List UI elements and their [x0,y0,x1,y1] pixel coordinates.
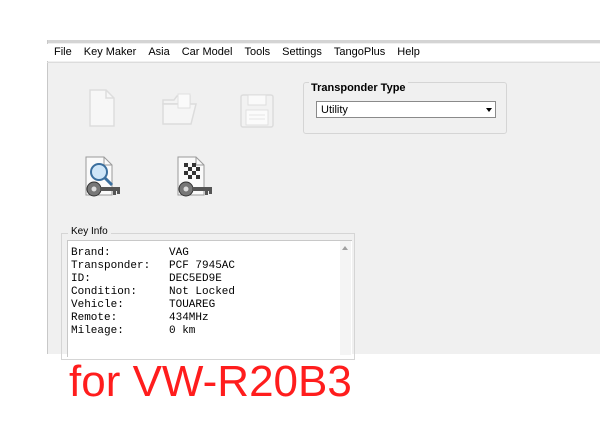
brand-value: VAG [169,247,189,259]
key-info-scrollbar[interactable] [340,241,351,355]
menu-file[interactable]: File [47,44,78,61]
id-value: DEC5ED9E [169,273,222,285]
condition-value: Not Locked [169,286,236,298]
key-info-row: ID: DEC5ED9E [71,273,222,285]
menu-key-maker[interactable]: Key Maker [78,44,143,61]
vehicle-value: TOUAREG [169,299,216,311]
transponder-type-select[interactable]: Utility [316,101,496,118]
window-frame-top [47,40,600,43]
vehicle-label: Vehicle: [71,299,124,311]
key-info-row: Mileage: 0 km [71,325,195,337]
transponder-type-value: Utility [321,104,348,116]
menu-tangoplus[interactable]: TangoPlus [328,44,391,61]
menu-settings[interactable]: Settings [276,44,328,61]
open-folder-icon[interactable] [160,92,200,131]
menu-help[interactable]: Help [391,44,426,61]
transponder-label: Transponder: [71,260,151,272]
key-info-row: Vehicle: TOUAREG [71,299,215,311]
id-label: ID: [71,273,91,285]
mileage-value: 0 km [169,325,196,337]
menu-car-model[interactable]: Car Model [176,44,239,61]
transponder-type-label: Transponder Type [309,82,408,94]
remote-value: 434MHz [169,312,209,324]
key-info-row: Transponder: PCF 7945AC [71,260,235,272]
key-info-title: Key Info [68,226,111,237]
overlay-caption: for VW-R20B3 [69,357,352,406]
brand-label: Brand: [71,247,111,259]
key-info-row: Brand: VAG [71,247,189,259]
menu-bar: File Key Maker Asia Car Model Tools Sett… [47,44,600,61]
scroll-up-arrow-icon[interactable] [342,246,348,250]
new-file-icon[interactable] [86,88,118,133]
menu-tools[interactable]: Tools [238,44,276,61]
search-key-icon[interactable] [82,155,126,206]
key-info-row: Condition: Not Locked [71,286,235,298]
menu-asia[interactable]: Asia [142,44,175,61]
window-frame-left [47,40,48,354]
mileage-label: Mileage: [71,325,124,337]
menu-separator [47,62,600,63]
chevron-down-icon [486,108,492,112]
remote-label: Remote: [71,312,118,324]
key-info-row: Remote: 434MHz [71,312,209,324]
save-disk-icon[interactable] [238,92,276,135]
transponder-value: PCF 7945AC [169,260,236,272]
read-key-icon[interactable] [174,155,218,206]
condition-label: Condition: [71,286,138,298]
